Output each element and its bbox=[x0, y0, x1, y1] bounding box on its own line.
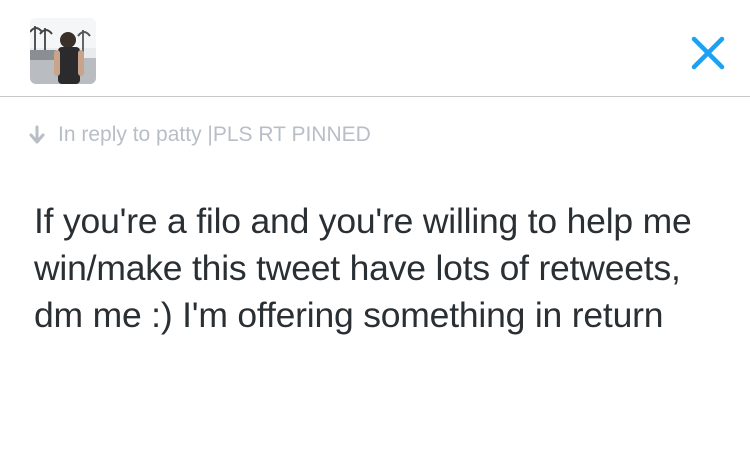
close-icon bbox=[691, 36, 725, 70]
arrow-down-icon bbox=[28, 124, 46, 146]
reply-context[interactable]: In reply to patty |PLS RT PINNED bbox=[28, 122, 371, 148]
avatar-photo-icon bbox=[30, 18, 96, 84]
reply-context-text: In reply to patty |PLS RT PINNED bbox=[58, 123, 371, 146]
close-button[interactable] bbox=[688, 33, 728, 73]
tweet-text: If you're a filo and you're willing to h… bbox=[34, 201, 692, 335]
tweet-header bbox=[0, 0, 750, 96]
avatar[interactable] bbox=[30, 18, 96, 84]
header-divider bbox=[0, 96, 750, 97]
